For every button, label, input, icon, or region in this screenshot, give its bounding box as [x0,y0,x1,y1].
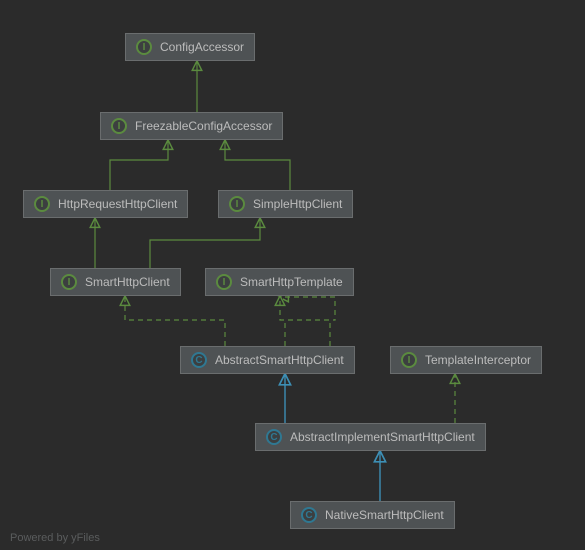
node-smart-http-client[interactable]: I SmartHttpClient [50,268,181,296]
node-label: FreezableConfigAccessor [135,119,272,133]
class-icon: C [191,352,207,368]
node-label: AbstractImplementSmartHttpClient [290,430,475,444]
interface-icon: I [111,118,127,134]
node-label: SmartHttpClient [85,275,170,289]
node-label: SimpleHttpClient [253,197,342,211]
interface-icon: I [136,39,152,55]
node-label: NativeSmartHttpClient [325,508,444,522]
node-label: TemplateInterceptor [425,353,531,367]
node-label: AbstractSmartHttpClient [215,353,344,367]
footer-credit: Powered by yFiles [10,532,100,544]
node-simple-http-client[interactable]: I SimpleHttpClient [218,190,353,218]
node-label: ConfigAccessor [160,40,244,54]
class-icon: C [266,429,282,445]
node-abstract-implement-smart-http-client[interactable]: C AbstractImplementSmartHttpClient [255,423,486,451]
node-freezable-config-accessor[interactable]: I FreezableConfigAccessor [100,112,283,140]
interface-icon: I [401,352,417,368]
node-label: SmartHttpTemplate [240,275,343,289]
interface-icon: I [34,196,50,212]
interface-icon: I [61,274,77,290]
node-http-request-http-client[interactable]: I HttpRequestHttpClient [23,190,188,218]
node-label: HttpRequestHttpClient [58,197,177,211]
node-smart-http-template[interactable]: I SmartHttpTemplate [205,268,354,296]
node-config-accessor[interactable]: I ConfigAccessor [125,33,255,61]
node-template-interceptor[interactable]: I TemplateInterceptor [390,346,542,374]
interface-icon: I [229,196,245,212]
class-icon: C [301,507,317,523]
node-native-smart-http-client[interactable]: C NativeSmartHttpClient [290,501,455,529]
node-abstract-smart-http-client[interactable]: C AbstractSmartHttpClient [180,346,355,374]
interface-icon: I [216,274,232,290]
